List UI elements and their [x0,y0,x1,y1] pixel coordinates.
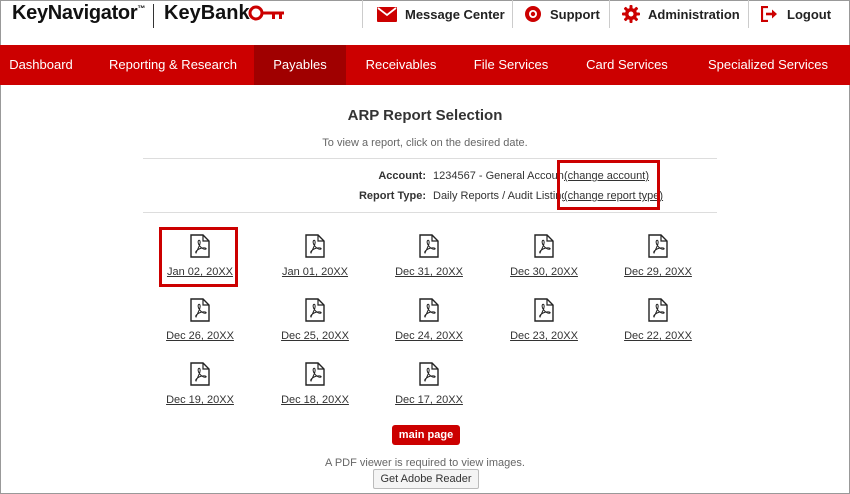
keybank-logo: KeyBank [164,2,250,24]
report-link[interactable]: Dec 18, 20XX [275,362,355,408]
toplink-divider [362,0,363,28]
nav-receivables[interactable]: Receivables [356,45,446,85]
logout-icon [761,6,779,22]
logo-divider [153,4,154,28]
highlight-box [159,227,238,287]
toplink-divider [609,0,610,28]
report-date-label[interactable]: Dec 31, 20XX [395,266,463,278]
nav-payables[interactable]: Payables [254,45,346,85]
highlight-box [557,160,660,210]
get-adobe-reader-button[interactable]: Get Adobe Reader [373,469,479,489]
report-type-value: Daily Reports / Audit Listing [433,190,568,202]
page-subtitle: To view a report, click on the desired d… [322,137,528,149]
toplink-divider [512,0,513,28]
page-title: ARP Report Selection [347,107,503,124]
report-date-label[interactable]: Dec 18, 20XX [281,394,349,406]
report-date-label[interactable]: Dec 19, 20XX [166,394,234,406]
report-link[interactable]: Dec 30, 20XX [504,234,584,280]
report-date-label[interactable]: Dec 17, 20XX [395,394,463,406]
keynavigator-logo[interactable]: KeyNavigator™ [12,2,145,25]
nav-card-services[interactable]: Card Services [576,45,678,85]
toplink-divider [748,0,749,28]
nav-dashboard[interactable]: Dashboard [0,45,82,85]
pdf-file-icon [305,298,325,322]
lifebuoy-icon [524,5,542,23]
pdf-viewer-note: A PDF viewer is required to view images. [325,457,525,469]
pdf-file-icon [648,234,668,258]
report-date-label[interactable]: Jan 01, 20XX [282,266,348,278]
divider [143,212,717,213]
pdf-file-icon [419,234,439,258]
main-page-button[interactable]: main page [392,425,460,445]
report-link[interactable]: Dec 24, 20XX [389,298,469,344]
divider [143,158,717,159]
report-link[interactable]: Dec 23, 20XX [504,298,584,344]
pdf-file-icon [190,362,210,386]
account-value: 1234567 - General Account [433,170,567,182]
report-date-label[interactable]: Dec 30, 20XX [510,266,578,278]
report-link[interactable]: Jan 01, 20XX [275,234,355,280]
report-link[interactable]: Dec 31, 20XX [389,234,469,280]
report-date-label[interactable]: Dec 25, 20XX [281,330,349,342]
report-link[interactable]: Dec 29, 20XX [618,234,698,280]
report-date-label[interactable]: Dec 23, 20XX [510,330,578,342]
message-center-link[interactable]: Message Center [377,0,505,28]
support-link[interactable]: Support [524,0,600,28]
pdf-file-icon [305,362,325,386]
pdf-file-icon [534,298,554,322]
nav-specialized-services[interactable]: Specialized Services [698,45,838,85]
report-date-label[interactable]: Dec 24, 20XX [395,330,463,342]
report-link[interactable]: Dec 17, 20XX [389,362,469,408]
pdf-file-icon [190,298,210,322]
pdf-file-icon [534,234,554,258]
nav-file-services[interactable]: File Services [466,45,556,85]
administration-link[interactable]: Administration [622,0,740,28]
report-type-label: Report Type: [358,190,426,202]
pdf-file-icon [305,234,325,258]
pdf-file-icon [419,362,439,386]
pdf-file-icon [648,298,668,322]
nav-reporting-research[interactable]: Reporting & Research [102,45,244,85]
pdf-file-icon [419,298,439,322]
top-bar: KeyNavigator™ KeyBank Message Center Sup… [0,0,850,44]
logout-link[interactable]: Logout [761,0,831,28]
account-label: Account: [378,170,426,182]
report-date-label[interactable]: Dec 22, 20XX [624,330,692,342]
report-date-label[interactable]: Dec 29, 20XX [624,266,692,278]
envelope-icon [377,6,397,22]
report-date-label[interactable]: Dec 26, 20XX [166,330,234,342]
main-nav: Dashboard Reporting & Research Payables … [0,45,850,85]
report-link[interactable]: Dec 25, 20XX [275,298,355,344]
key-logo-icon [248,5,284,21]
report-link[interactable]: Dec 19, 20XX [160,362,240,408]
gear-icon [622,5,640,23]
report-link[interactable]: Dec 22, 20XX [618,298,698,344]
report-link[interactable]: Dec 26, 20XX [160,298,240,344]
